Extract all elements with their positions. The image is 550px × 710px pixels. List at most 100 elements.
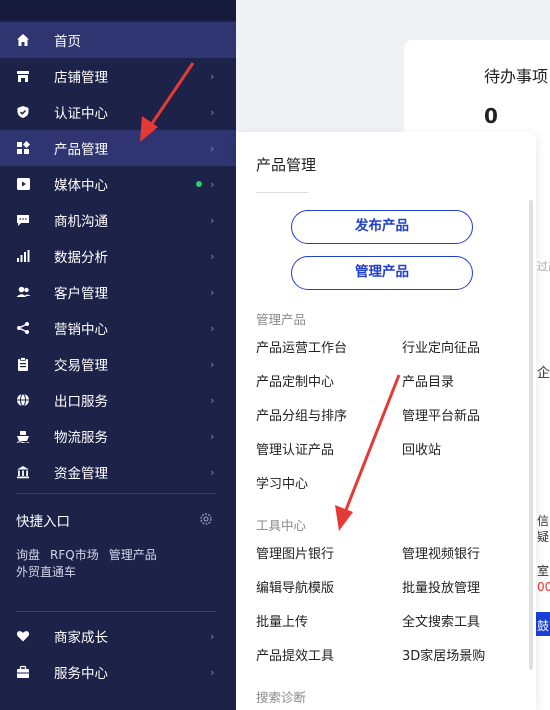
chevron-right-icon: › (210, 465, 215, 479)
link-video-bank[interactable]: 管理视频银行 (402, 543, 480, 562)
sidebar-item-export[interactable]: 出口服务 › (0, 382, 236, 418)
chevron-right-icon: › (210, 213, 215, 227)
link-3d-home-scene[interactable]: 3D家居场景购 (402, 645, 485, 664)
quick-link-p4p[interactable]: 外贸直通车 (16, 565, 76, 579)
link-fulltext-search[interactable]: 全文搜索工具 (402, 611, 480, 630)
section-title-search-diagnosis: 搜索诊断 (256, 690, 307, 705)
sidebar-item-marketing[interactable]: 营销中心 › (0, 310, 236, 346)
sidebar-item-label: 店铺管理 (54, 70, 108, 86)
clipboard-icon (15, 356, 31, 372)
sidebar-item-media[interactable]: 媒体中心 › (0, 166, 236, 202)
sidebar-top-band (0, 0, 236, 20)
chevron-right-icon: › (210, 393, 215, 407)
briefcase-icon (15, 664, 31, 680)
users-icon (15, 284, 31, 300)
home-icon (15, 32, 31, 48)
background-fragment: 信 (537, 514, 550, 528)
sidebar-item-label: 交易管理 (54, 358, 108, 374)
background-fragment: 鼓 (537, 619, 550, 633)
share-icon (15, 320, 31, 336)
quick-entry-links: 询盘 RFQ市场 管理产品 外贸直通车 (16, 547, 216, 581)
sidebar-item-service[interactable]: 服务中心 › (0, 654, 236, 690)
shield-icon (15, 104, 31, 120)
todo-count: 0 (484, 104, 498, 128)
gear-icon[interactable] (199, 512, 213, 526)
sidebar-item-label: 物流服务 (54, 430, 108, 446)
link-platform-new-products[interactable]: 管理平台新品 (402, 405, 480, 424)
flyout-title: 产品管理 (256, 156, 317, 174)
link-product-ops-workbench[interactable]: 产品运营工作台 (256, 337, 347, 356)
divider (16, 493, 216, 494)
sidebar-item-analytics[interactable]: 数据分析 › (0, 238, 236, 274)
todo-title: 待办事项 (484, 67, 549, 86)
sidebar-item-customers[interactable]: 客户管理 › (0, 274, 236, 310)
scrollbar[interactable] (529, 200, 533, 670)
section-title-tool-center: 工具中心 (256, 518, 307, 533)
link-product-catalog[interactable]: 产品目录 (402, 371, 454, 390)
sidebar-item-label: 资金管理 (54, 466, 108, 482)
sidebar-item-messages[interactable]: 商机沟通 › (0, 202, 236, 238)
sidebar-item-label: 产品管理 (54, 142, 108, 158)
media-icon (15, 176, 31, 192)
divider (256, 192, 308, 193)
background-fragment: 过产 (537, 260, 550, 273)
store-icon (15, 68, 31, 84)
chevron-right-icon: › (210, 321, 215, 335)
sidebar-item-finance[interactable]: 资金管理 › (0, 454, 236, 490)
link-product-grouping[interactable]: 产品分组与排序 (256, 405, 347, 424)
publish-product-button[interactable]: 发布产品 (291, 210, 473, 244)
sidebar-item-label: 商机沟通 (54, 214, 108, 230)
sidebar-item-verification[interactable]: 认证中心 › (0, 94, 236, 130)
link-learning-center[interactable]: 学习中心 (256, 473, 308, 492)
sidebar-item-label: 客户管理 (54, 286, 108, 302)
chevron-right-icon: › (210, 141, 215, 155)
divider (16, 611, 216, 612)
sidebar-item-growth[interactable]: 商家成长 › (0, 618, 236, 654)
sidebar-item-products[interactable]: 产品管理 › (0, 130, 236, 166)
background-fragment: 企业 (537, 366, 550, 381)
section-title-manage-products: 管理产品 (256, 312, 307, 327)
link-certified-products[interactable]: 管理认证产品 (256, 439, 334, 458)
sidebar-item-label: 认证中心 (54, 106, 108, 122)
link-industry-sourcing[interactable]: 行业定向征品 (402, 337, 480, 356)
link-efficiency-tools[interactable]: 产品提效工具 (256, 645, 334, 664)
link-bulk-upload[interactable]: 批量上传 (256, 611, 308, 630)
quick-link-inquiry[interactable]: 询盘 (16, 548, 40, 562)
background-fragment: 疑 (537, 530, 550, 544)
link-nav-template[interactable]: 编辑导航模版 (256, 577, 334, 596)
sidebar-item-label: 数据分析 (54, 250, 108, 266)
sidebar-item-label: 商家成长 (54, 630, 108, 646)
chevron-right-icon: › (210, 177, 215, 191)
chevron-right-icon: › (210, 665, 215, 679)
chevron-right-icon: › (210, 69, 215, 83)
chat-icon (15, 212, 31, 228)
background-fragment: 00 (537, 580, 550, 594)
quick-link-rfq[interactable]: RFQ市场 (50, 548, 99, 562)
sidebar-item-home[interactable]: 首页 (0, 22, 236, 58)
chevron-right-icon: › (210, 357, 215, 371)
link-image-bank[interactable]: 管理图片银行 (256, 543, 334, 562)
manage-products-button[interactable]: 管理产品 (291, 256, 473, 290)
sidebar-item-label: 出口服务 (54, 394, 108, 410)
link-customization-center[interactable]: 产品定制中心 (256, 371, 334, 390)
background-fragment: 室 (537, 564, 550, 578)
sidebar-item-label: 媒体中心 (54, 178, 108, 194)
sidebar-item-label: 营销中心 (54, 322, 108, 338)
ship-icon (15, 428, 31, 444)
sidebar-item-logistics[interactable]: 物流服务 › (0, 418, 236, 454)
quick-link-manage-products[interactable]: 管理产品 (109, 548, 157, 562)
bar-chart-icon (15, 248, 31, 264)
link-recycle-bin[interactable]: 回收站 (402, 439, 441, 458)
chevron-right-icon: › (210, 429, 215, 443)
globe-icon (15, 392, 31, 408)
grid-icon (15, 140, 31, 156)
link-bulk-placement[interactable]: 批量投放管理 (402, 577, 480, 596)
chevron-right-icon: › (210, 249, 215, 263)
sidebar-item-store[interactable]: 店铺管理 › (0, 58, 236, 94)
product-management-flyout: 产品管理 发布产品 管理产品 管理产品 产品运营工作台 行业定向征品 产品定制中… (236, 132, 536, 710)
chevron-right-icon: › (210, 285, 215, 299)
sidebar-item-transactions[interactable]: 交易管理 › (0, 346, 236, 382)
quick-entry-title: 快捷入口 (16, 514, 70, 530)
sidebar: 首页 店铺管理 › 认证中心 › 产品管理 › 媒体中心 › 商机沟通 › 数据… (0, 0, 236, 710)
sidebar-item-label: 服务中心 (54, 666, 108, 682)
